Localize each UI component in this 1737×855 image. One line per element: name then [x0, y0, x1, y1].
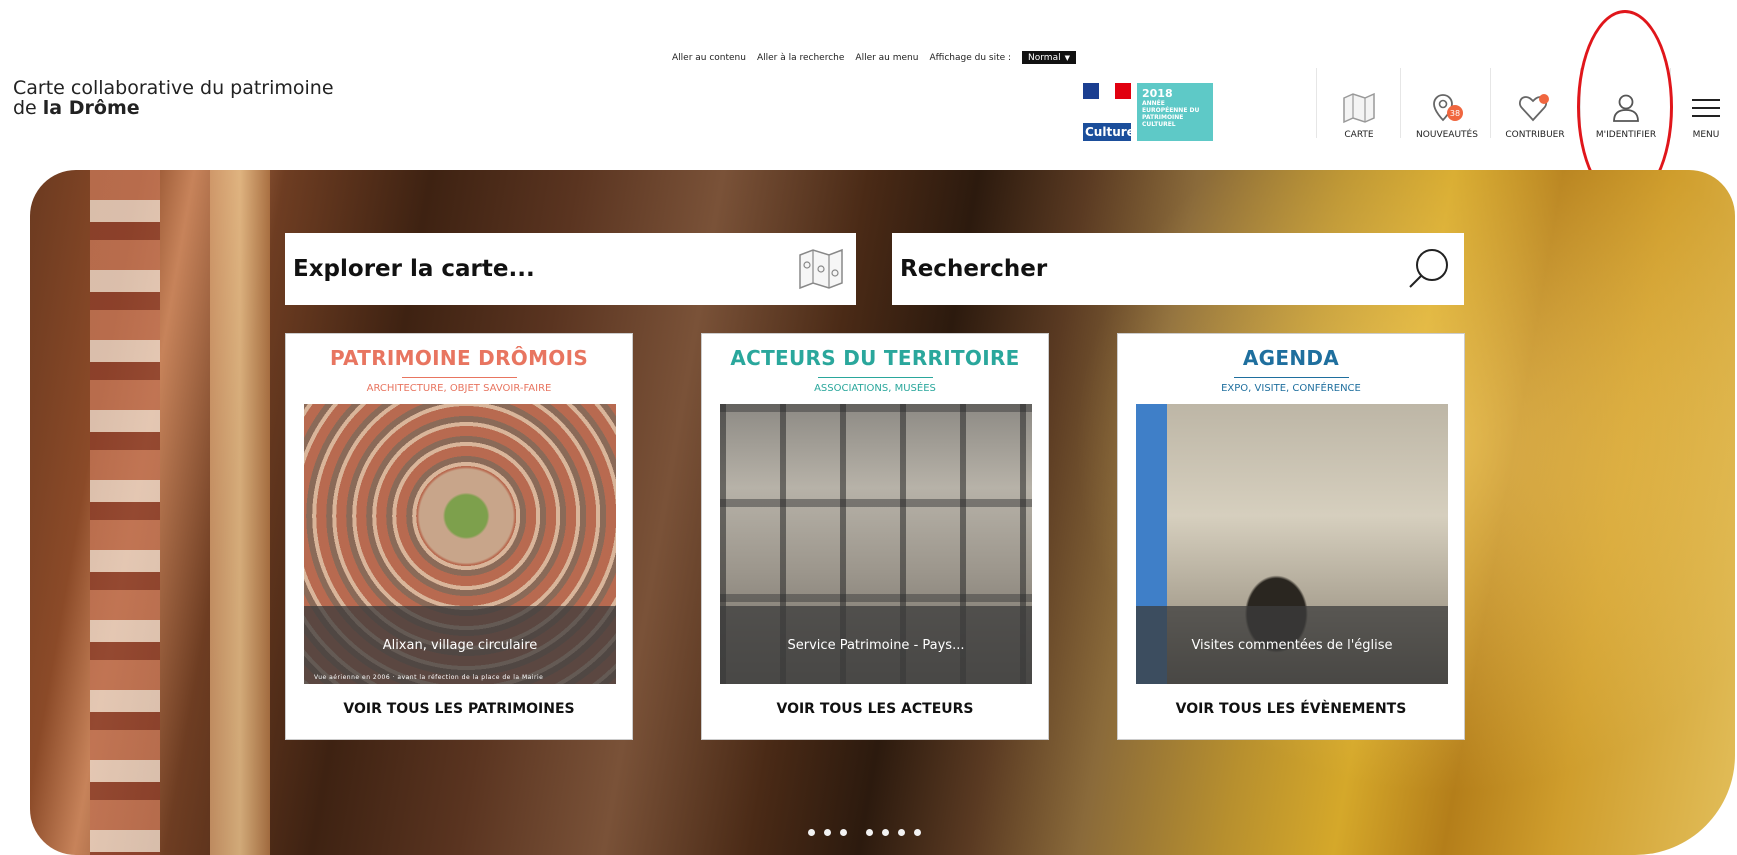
nav-menu[interactable]: MENU — [1684, 78, 1728, 140]
annee-europeenne-logo[interactable]: 2018 ANNÉE EUROPÉENNE DU PATRIMOINE CULT… — [1137, 83, 1213, 141]
search-bar[interactable]: Rechercher — [892, 233, 1464, 305]
republique-francaise-logo[interactable]: Culture — [1083, 83, 1135, 141]
chevron-down-icon: ▼ — [1064, 53, 1070, 62]
search-label: Rechercher — [900, 256, 1048, 282]
annee-year: 2018 — [1142, 87, 1173, 100]
location-pin-icon: 38 — [1433, 94, 1463, 122]
card-title: AGENDA — [1242, 346, 1340, 370]
card-image-alixan[interactable]: Alixan, village circulaire Vue aérienne … — [304, 404, 616, 684]
carousel-dot[interactable] — [898, 829, 905, 836]
nav-carte[interactable]: CARTE — [1330, 78, 1388, 140]
map-icon — [1343, 92, 1375, 124]
card-image-church[interactable]: Visites commentées de l'église — [1136, 404, 1448, 684]
nav-divider — [1400, 68, 1401, 138]
carousel-dot[interactable] — [840, 829, 847, 836]
card-caption: Service Patrimoine - Pays... — [720, 606, 1032, 684]
carousel-dot[interactable] — [914, 829, 921, 836]
new-items-badge: 38 — [1450, 109, 1460, 118]
map-icon — [799, 248, 843, 290]
see-all-heritage-link[interactable]: VOIR TOUS LES PATRIMOINES — [286, 701, 632, 717]
search-icon — [1409, 249, 1448, 288]
see-all-actors-link[interactable]: VOIR TOUS LES ACTEURS — [702, 701, 1048, 717]
card-agenda[interactable]: AGENDA EXPO, VISITE, CONFÉRENCE Visites … — [1117, 333, 1465, 740]
french-flag-icon — [1083, 83, 1131, 99]
user-icon — [1613, 94, 1639, 122]
hamburger-menu-icon — [1692, 99, 1720, 117]
explore-map-bar[interactable]: Explorer la carte... — [285, 233, 856, 305]
skip-to-content-link[interactable]: Aller au contenu — [672, 53, 746, 63]
nav-nouveautes[interactable]: 38 NOUVEAUTÉS — [1410, 78, 1484, 140]
card-caption: Alixan, village circulaire — [304, 606, 616, 684]
display-mode-value: Normal — [1028, 52, 1061, 63]
carousel-dot[interactable] — [882, 829, 889, 836]
annee-text: ANNÉE EUROPÉENNE DU PATRIMOINE CULTUREL — [1142, 100, 1200, 128]
nav-nouveautes-label: NOUVEAUTÉS — [1416, 130, 1478, 140]
card-title: PATRIMOINE DRÔMOIS — [329, 346, 589, 370]
see-all-events-link[interactable]: VOIR TOUS LES ÉVÈNEMENTS — [1118, 701, 1464, 717]
nav-contribuer-label: CONTRIBUER — [1505, 130, 1565, 140]
card-subtitle: ASSOCIATIONS, MUSÉES — [814, 383, 936, 394]
card-image-facade[interactable]: Service Patrimoine - Pays... — [720, 404, 1032, 684]
site-title-line1: Carte collaborative du patrimoine — [13, 77, 334, 99]
heart-plus-icon — [1519, 94, 1549, 122]
explore-map-label: Explorer la carte... — [293, 256, 535, 282]
nav-divider — [1316, 68, 1317, 138]
nav-contribuer[interactable]: CONTRIBUER — [1498, 78, 1572, 140]
image-credit: Vue aérienne en 2006 · avant la réfectio… — [314, 674, 544, 681]
carousel-pagination — [808, 829, 921, 836]
nav-menu-label: MENU — [1692, 130, 1720, 140]
card-subtitle: EXPO, VISITE, CONFÉRENCE — [1221, 383, 1361, 394]
carousel-dot[interactable] — [808, 829, 815, 836]
nav-divider — [1670, 68, 1671, 138]
nav-divider — [1490, 68, 1491, 138]
skip-links: Aller au contenu Aller à la recherche Al… — [672, 51, 1076, 64]
card-subtitle: ARCHITECTURE, OBJET SAVOIR-FAIRE — [366, 383, 552, 394]
card-patrimoine[interactable]: PATRIMOINE DRÔMOIS ARCHITECTURE, OBJET S… — [285, 333, 633, 740]
carousel-dot[interactable] — [824, 829, 831, 836]
display-label: Affichage du site : — [929, 52, 1012, 63]
nav-identifier[interactable]: M'IDENTIFIER — [1588, 78, 1664, 140]
card-title: ACTEURS DU TERRITOIRE — [730, 346, 1020, 370]
skip-to-search-link[interactable]: Aller à la recherche — [757, 53, 844, 63]
card-acteurs[interactable]: ACTEURS DU TERRITOIRE ASSOCIATIONS, MUSÉ… — [701, 333, 1049, 740]
site-title[interactable]: Carte collaborative du patrimoine de la … — [13, 78, 334, 118]
nav-carte-label: CARTE — [1344, 130, 1374, 140]
card-caption: Visites commentées de l'église — [1136, 606, 1448, 684]
nav-divider — [1580, 68, 1581, 138]
carousel-dot[interactable] — [866, 829, 873, 836]
display-mode-select[interactable]: Normal ▼ — [1022, 51, 1076, 64]
site-title-line2: de la Drôme — [13, 97, 140, 119]
culture-label: Culture — [1083, 123, 1135, 141]
skip-to-menu-link[interactable]: Aller au menu — [855, 53, 918, 63]
nav-identifier-label: M'IDENTIFIER — [1595, 130, 1657, 140]
